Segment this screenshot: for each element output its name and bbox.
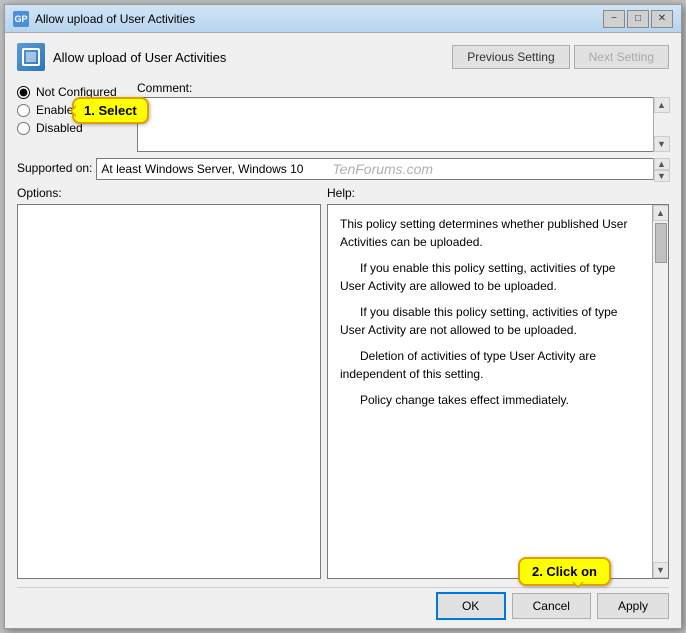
scroll-up-arrow[interactable]: ▲ [654, 97, 670, 113]
watermark: TenForums.com [332, 161, 433, 177]
help-scroll-down[interactable]: ▼ [653, 562, 669, 578]
help-label: Help: [327, 186, 669, 200]
help-para-5: Policy change takes effect immediately. [340, 391, 640, 409]
supported-scrollbar: ▲ ▼ [653, 158, 669, 180]
annotation-1: 1. Select [72, 97, 149, 124]
options-panel [17, 204, 321, 579]
options-label: Options: [17, 186, 327, 200]
comment-box-wrap: ▲ ▼ [137, 97, 669, 152]
supported-text: At least Windows Server, Windows 10 [101, 162, 303, 176]
radio-comment-row: Not Configured Enabled Disabled 1. Selec… [17, 81, 669, 152]
maximize-button[interactable]: □ [627, 10, 649, 28]
annotation-2: 2. Click on [518, 557, 611, 586]
ok-button[interactable]: OK [436, 592, 506, 620]
nav-buttons: Previous Setting Next Setting [452, 45, 669, 69]
supported-value-wrap: At least Windows Server, Windows 10 TenF… [96, 158, 669, 180]
minimize-button[interactable]: − [603, 10, 625, 28]
window-title: Allow upload of User Activities [35, 12, 603, 26]
panel-labels: Options: Help: [17, 186, 669, 200]
window-icon: GP [13, 11, 29, 27]
comment-box [137, 97, 669, 152]
prev-setting-button[interactable]: Previous Setting [452, 45, 569, 69]
policy-icon [17, 43, 45, 71]
radio-enabled-input[interactable] [17, 104, 30, 117]
scroll-down-arrow[interactable]: ▼ [654, 136, 670, 152]
dialog-window: GP Allow upload of User Activities − □ ✕… [4, 4, 682, 629]
main-panels: This policy setting determines whether p… [17, 204, 669, 579]
supported-row: Supported on: At least Windows Server, W… [17, 158, 669, 180]
bottom-row: 2. Click on OK Cancel Apply [17, 587, 669, 620]
close-button[interactable]: ✕ [651, 10, 673, 28]
help-scrollbar: ▲ ▼ [652, 205, 668, 578]
supported-value: At least Windows Server, Windows 10 TenF… [96, 158, 669, 180]
help-para-3: If you disable this policy setting, acti… [340, 303, 640, 339]
radio-disabled-input[interactable] [17, 122, 30, 135]
radio-group: Not Configured Enabled Disabled 1. Selec… [17, 81, 127, 152]
help-panel: This policy setting determines whether p… [327, 204, 669, 579]
title-bar: GP Allow upload of User Activities − □ ✕ [5, 5, 681, 33]
apply-button[interactable]: Apply [597, 593, 669, 619]
next-setting-button[interactable]: Next Setting [574, 45, 669, 69]
supported-scroll-up[interactable]: ▲ [654, 158, 670, 170]
policy-icon-inner [22, 48, 40, 66]
help-para-1: This policy setting determines whether p… [340, 215, 640, 251]
header-row: Allow upload of User Activities Previous… [17, 43, 669, 71]
comment-area: Comment: ▲ ▼ [137, 81, 669, 152]
dialog-heading: Allow upload of User Activities [53, 50, 226, 65]
cancel-button[interactable]: Cancel [512, 593, 591, 619]
help-para-2: If you enable this policy setting, activ… [340, 259, 640, 295]
help-scroll-up[interactable]: ▲ [653, 205, 669, 221]
supported-label: Supported on: [17, 158, 92, 175]
dialog-content: Allow upload of User Activities Previous… [5, 33, 681, 628]
supported-scroll-down[interactable]: ▼ [654, 170, 670, 182]
help-scroll-thumb[interactable] [655, 223, 667, 263]
help-text-area: This policy setting determines whether p… [328, 205, 652, 578]
radio-not-configured-input[interactable] [17, 86, 30, 99]
header-title-area: Allow upload of User Activities [17, 43, 226, 71]
window-controls: − □ ✕ [603, 10, 673, 28]
comment-label: Comment: [137, 81, 669, 95]
comment-scrollbar: ▲ ▼ [653, 97, 669, 152]
help-para-4: Deletion of activities of type User Acti… [340, 347, 640, 383]
